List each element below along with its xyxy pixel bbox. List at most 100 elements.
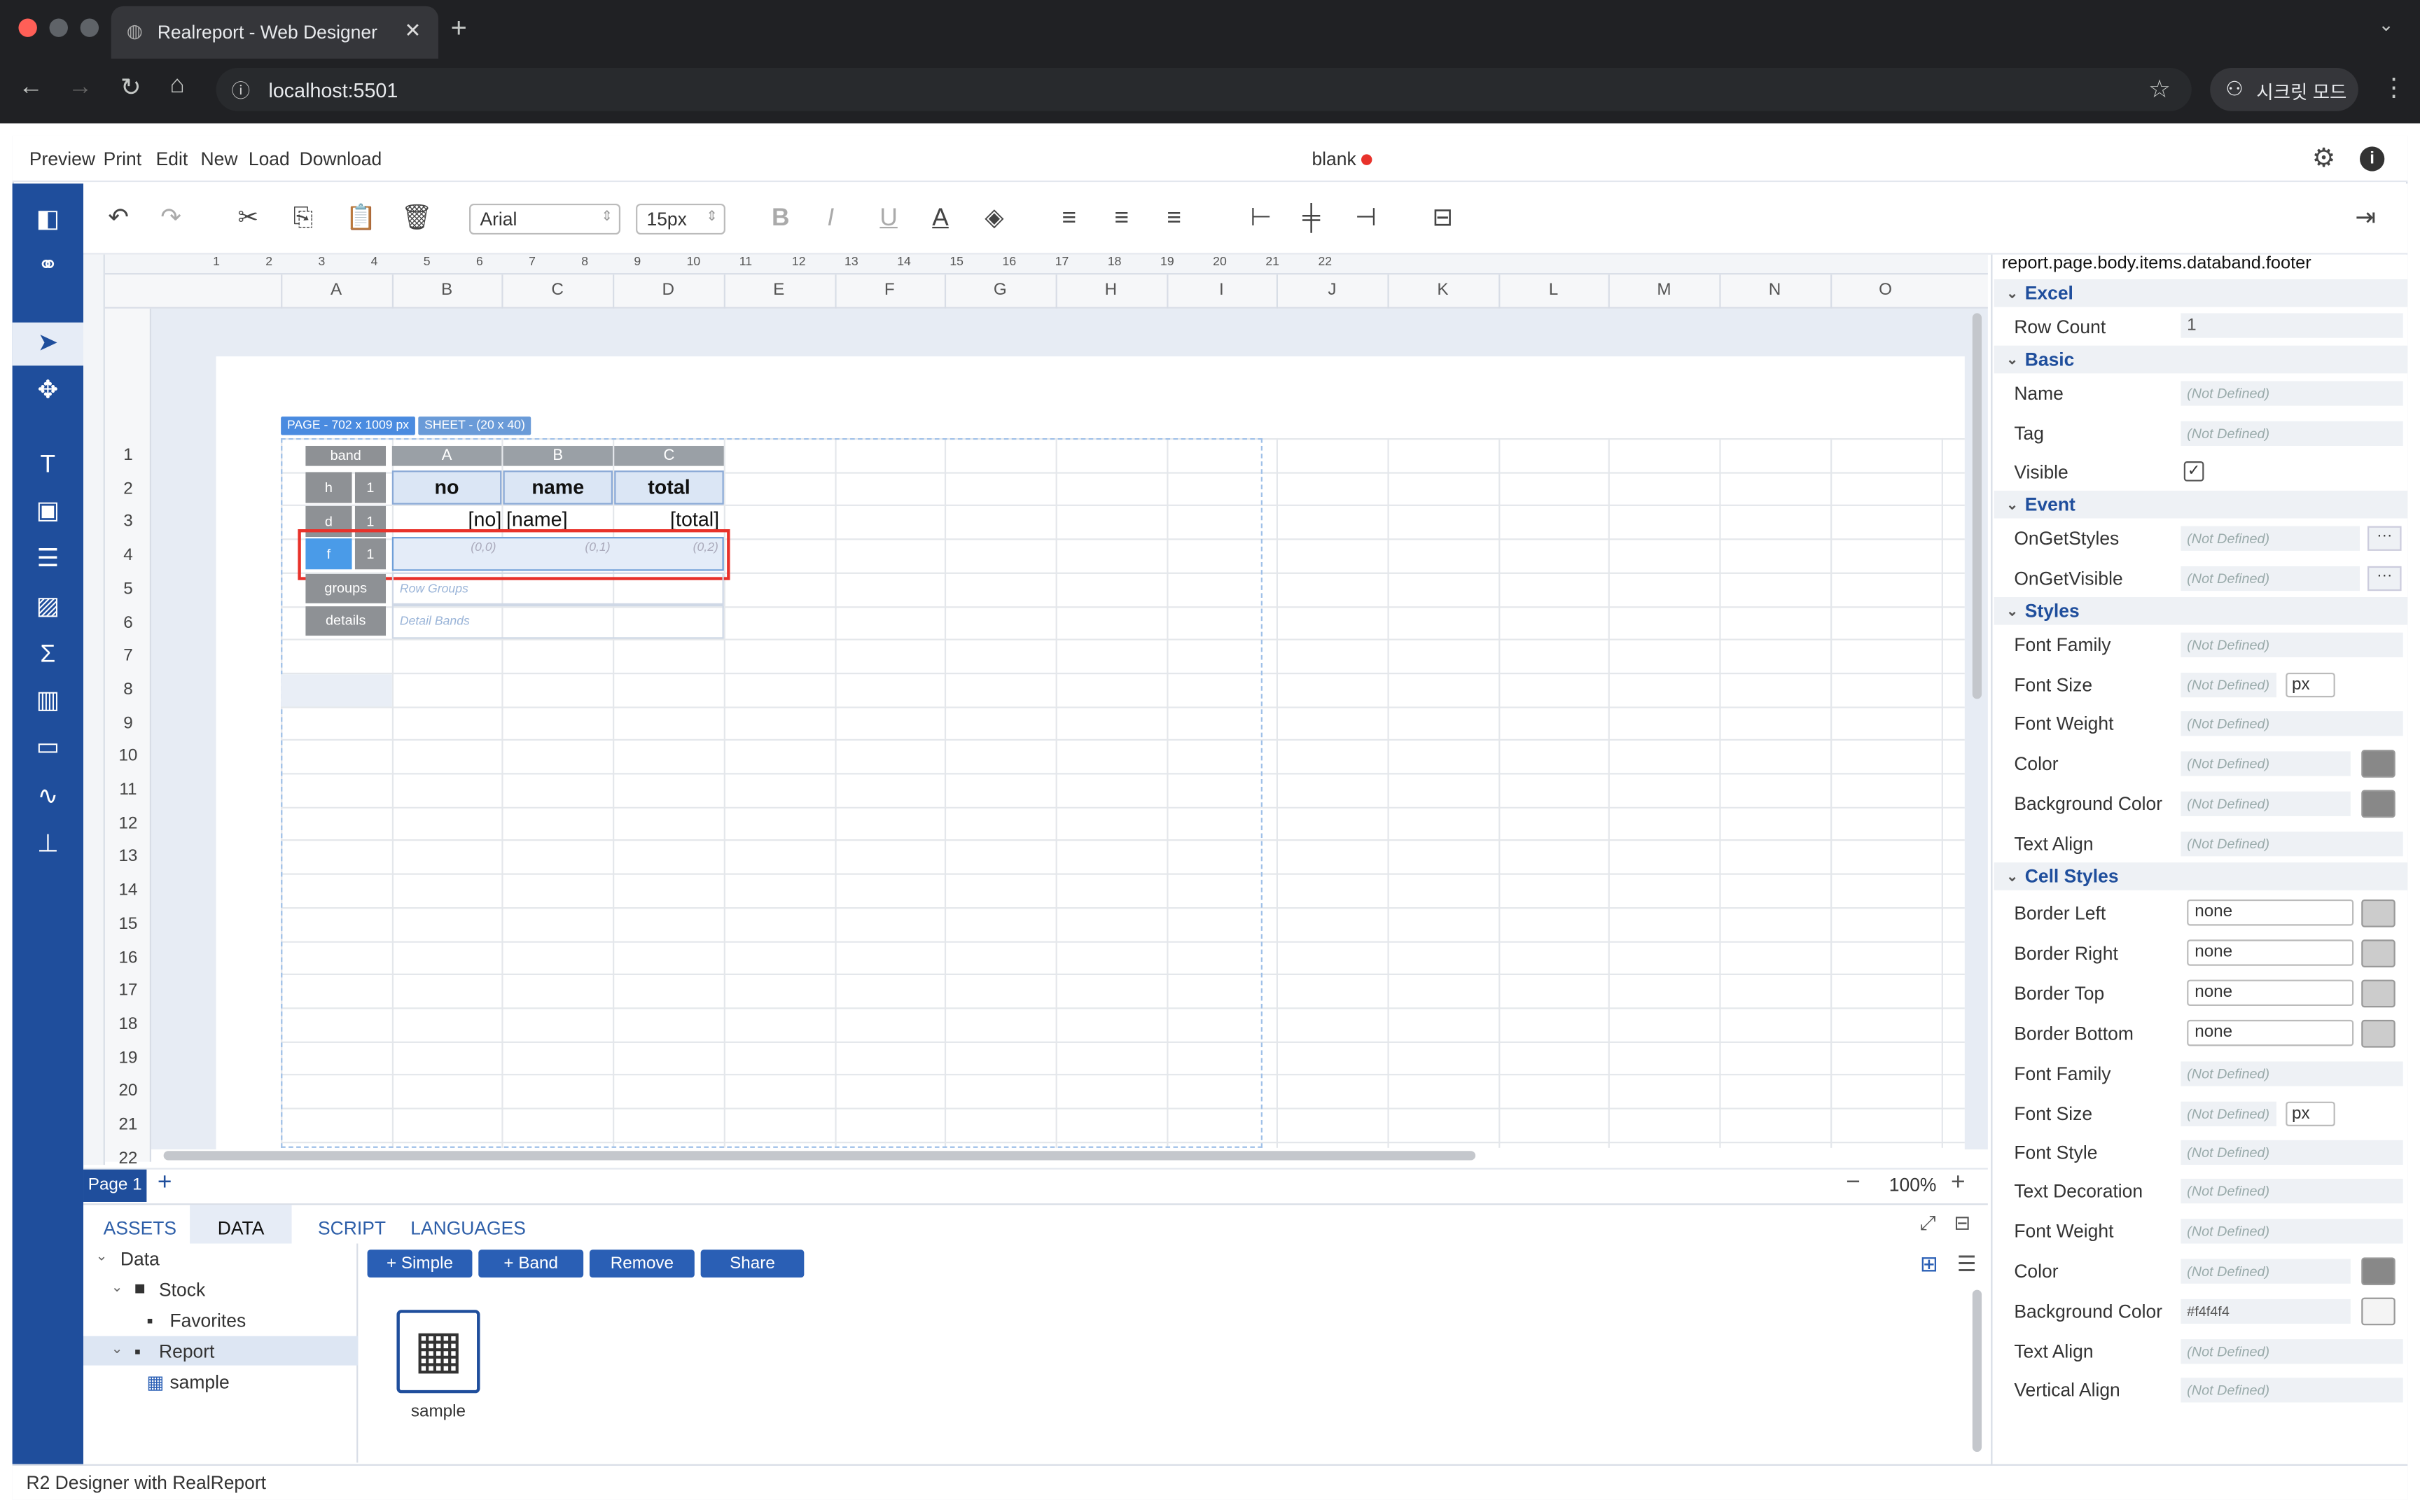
row-header-11[interactable]: 11 bbox=[105, 780, 151, 799]
browser-tab[interactable]: ◍ Realreport - Web Designer ✕ bbox=[111, 6, 438, 59]
section-styles[interactable]: ⌄ Styles bbox=[1994, 596, 2408, 625]
font-size-select[interactable]: 15px ⇕ bbox=[636, 203, 725, 235]
vertical-align-select[interactable]: (Not Defined) bbox=[2181, 1378, 2403, 1403]
tag-input[interactable]: (Not Defined) bbox=[2181, 421, 2403, 446]
info-icon[interactable]: i bbox=[2360, 146, 2385, 172]
tab-list-icon[interactable]: ⌄ bbox=[2378, 14, 2393, 36]
incognito-badge[interactable]: ⚇ 시크릿 모드 bbox=[2210, 67, 2358, 111]
detail-bands-area[interactable]: Detail Bands bbox=[391, 604, 724, 639]
row-header-1[interactable]: 1 bbox=[105, 446, 151, 464]
row-groups-area[interactable]: Row Groups bbox=[391, 572, 724, 605]
list-view-icon[interactable]: ☰ bbox=[1957, 1252, 1977, 1278]
row-header-22[interactable]: 22 bbox=[105, 1149, 151, 1167]
on-get-visible-input[interactable]: (Not Defined) bbox=[2181, 566, 2360, 592]
add-page-icon[interactable]: + bbox=[158, 1170, 172, 1198]
home-icon[interactable]: ⌂ bbox=[169, 73, 184, 101]
visible-checkbox[interactable]: ✓ bbox=[2183, 461, 2204, 482]
back-icon[interactable]: ← bbox=[18, 74, 43, 102]
menu-edit[interactable]: Edit bbox=[156, 148, 188, 170]
align-center-icon[interactable]: ≡ bbox=[1114, 204, 1129, 234]
bookmark-star-icon[interactable]: ☆ bbox=[2148, 74, 2171, 105]
row-header-6[interactable]: 6 bbox=[105, 613, 151, 631]
tab-languages[interactable]: LANGUAGES bbox=[410, 1217, 526, 1239]
column-header-m[interactable]: M bbox=[1609, 281, 1720, 299]
stamp-icon[interactable]: ⊥ bbox=[13, 824, 83, 867]
delete-icon[interactable]: 🗑 bbox=[401, 204, 433, 234]
border-right-select[interactable]: none bbox=[2187, 939, 2354, 966]
tab-assets[interactable]: ASSETS bbox=[104, 1217, 176, 1239]
panel-tool-icon[interactable]: ▣ bbox=[13, 491, 83, 534]
undo-icon[interactable]: ↶ bbox=[108, 204, 129, 234]
color-swatch[interactable] bbox=[2361, 750, 2395, 778]
column-header-f[interactable]: F bbox=[834, 281, 945, 299]
align-left-icon[interactable]: ≡ bbox=[1062, 204, 1076, 234]
copy-icon[interactable]: ⎘ bbox=[293, 204, 313, 234]
column-header-c[interactable]: C bbox=[502, 281, 613, 299]
vertical-scrollbar[interactable] bbox=[1972, 313, 1982, 699]
address-bar[interactable]: ⓘ localhost:5501 bbox=[216, 67, 2192, 111]
font-family-select[interactable]: Arial ⇕ bbox=[469, 203, 621, 235]
cell-background-color-input[interactable]: #f4f4f4 bbox=[2181, 1298, 2351, 1324]
border-left-color[interactable] bbox=[2361, 899, 2395, 927]
table-tool-icon[interactable]: ☰ bbox=[13, 538, 83, 582]
share-button[interactable]: Share bbox=[700, 1250, 805, 1278]
menu-download[interactable]: Download bbox=[300, 148, 382, 170]
site-info-icon[interactable]: ⓘ bbox=[232, 77, 250, 103]
color-input[interactable]: (Not Defined) bbox=[2181, 751, 2351, 776]
row-header-8[interactable]: 8 bbox=[105, 680, 151, 699]
column-header-h[interactable]: H bbox=[1055, 281, 1166, 299]
close-tab-icon[interactable]: ✕ bbox=[404, 18, 421, 43]
header-cell-total[interactable]: total bbox=[614, 470, 724, 505]
row-header-18[interactable]: 18 bbox=[105, 1015, 151, 1033]
minimize-window-icon[interactable] bbox=[49, 18, 68, 37]
image-tool-icon[interactable]: ▨ bbox=[13, 587, 83, 630]
font-family-select[interactable]: (Not Defined) bbox=[2181, 632, 2403, 657]
groups-label[interactable]: groups bbox=[305, 573, 387, 603]
row-header-4[interactable]: 4 bbox=[105, 546, 151, 564]
header-row-count[interactable]: 1 bbox=[354, 472, 387, 503]
barcode-icon[interactable]: ▥ bbox=[13, 680, 83, 724]
column-header-k[interactable]: K bbox=[1387, 281, 1498, 299]
row-header-17[interactable]: 17 bbox=[105, 981, 151, 1000]
font-color-icon[interactable]: A bbox=[932, 204, 949, 234]
column-header-e[interactable]: E bbox=[723, 281, 834, 299]
text-decoration-select[interactable]: (Not Defined) bbox=[2181, 1178, 2403, 1204]
column-header-n[interactable]: N bbox=[1720, 281, 1830, 299]
center-align-items-icon[interactable]: ╪ bbox=[1302, 204, 1320, 234]
menu-new[interactable]: New bbox=[201, 148, 238, 170]
paste-icon[interactable]: 📋 bbox=[346, 204, 377, 234]
column-header-j[interactable]: J bbox=[1277, 281, 1387, 299]
border-top-select[interactable]: none bbox=[2187, 979, 2354, 1007]
align-right-icon[interactable]: ≡ bbox=[1167, 204, 1181, 234]
text-tool-icon[interactable]: T bbox=[13, 444, 83, 488]
italic-icon[interactable]: I bbox=[827, 204, 834, 234]
border-bottom-color[interactable] bbox=[2361, 1019, 2395, 1048]
border-right-color[interactable] bbox=[2361, 939, 2395, 967]
border-bottom-select[interactable]: none bbox=[2187, 1019, 2354, 1046]
on-get-styles-input[interactable]: (Not Defined) bbox=[2181, 526, 2360, 551]
section-cell-styles[interactable]: ⌄ Cell Styles bbox=[1994, 862, 2408, 890]
tree-data[interactable]: Data bbox=[120, 1248, 160, 1270]
add-simple-button[interactable]: + Simple bbox=[367, 1250, 473, 1278]
cell-font-weight-select[interactable]: (Not Defined) bbox=[2181, 1219, 2403, 1244]
underline-icon[interactable]: U bbox=[879, 204, 897, 234]
column-header-i[interactable]: I bbox=[1166, 281, 1277, 299]
bold-icon[interactable]: B bbox=[772, 204, 789, 234]
new-tab-icon[interactable]: + bbox=[451, 13, 467, 45]
settings-gear-icon[interactable]: ⚙ bbox=[2312, 144, 2336, 174]
cell-color-input[interactable]: (Not Defined) bbox=[2181, 1259, 2351, 1284]
move-icon[interactable]: ✥ bbox=[13, 370, 83, 414]
reload-icon[interactable]: ↻ bbox=[120, 73, 141, 104]
background-color-input[interactable]: (Not Defined) bbox=[2181, 791, 2351, 816]
collapse-panel-icon[interactable]: ⊟ bbox=[1954, 1211, 1970, 1236]
column-header-o[interactable]: O bbox=[1830, 281, 1941, 299]
sample-asset-tile[interactable]: ▦ bbox=[396, 1310, 480, 1394]
merge-cells-icon[interactable]: ⊟ bbox=[1432, 204, 1453, 234]
row-header-16[interactable]: 16 bbox=[105, 948, 151, 966]
header-cell-no[interactable]: no bbox=[391, 470, 502, 505]
hierarchy-icon[interactable]: ⚭ bbox=[13, 245, 83, 288]
row-header-12[interactable]: 12 bbox=[105, 814, 151, 832]
menu-preview[interactable]: Preview bbox=[29, 148, 95, 170]
add-band-button[interactable]: + Band bbox=[478, 1250, 584, 1278]
fill-color-icon[interactable]: ◈ bbox=[985, 204, 1003, 234]
